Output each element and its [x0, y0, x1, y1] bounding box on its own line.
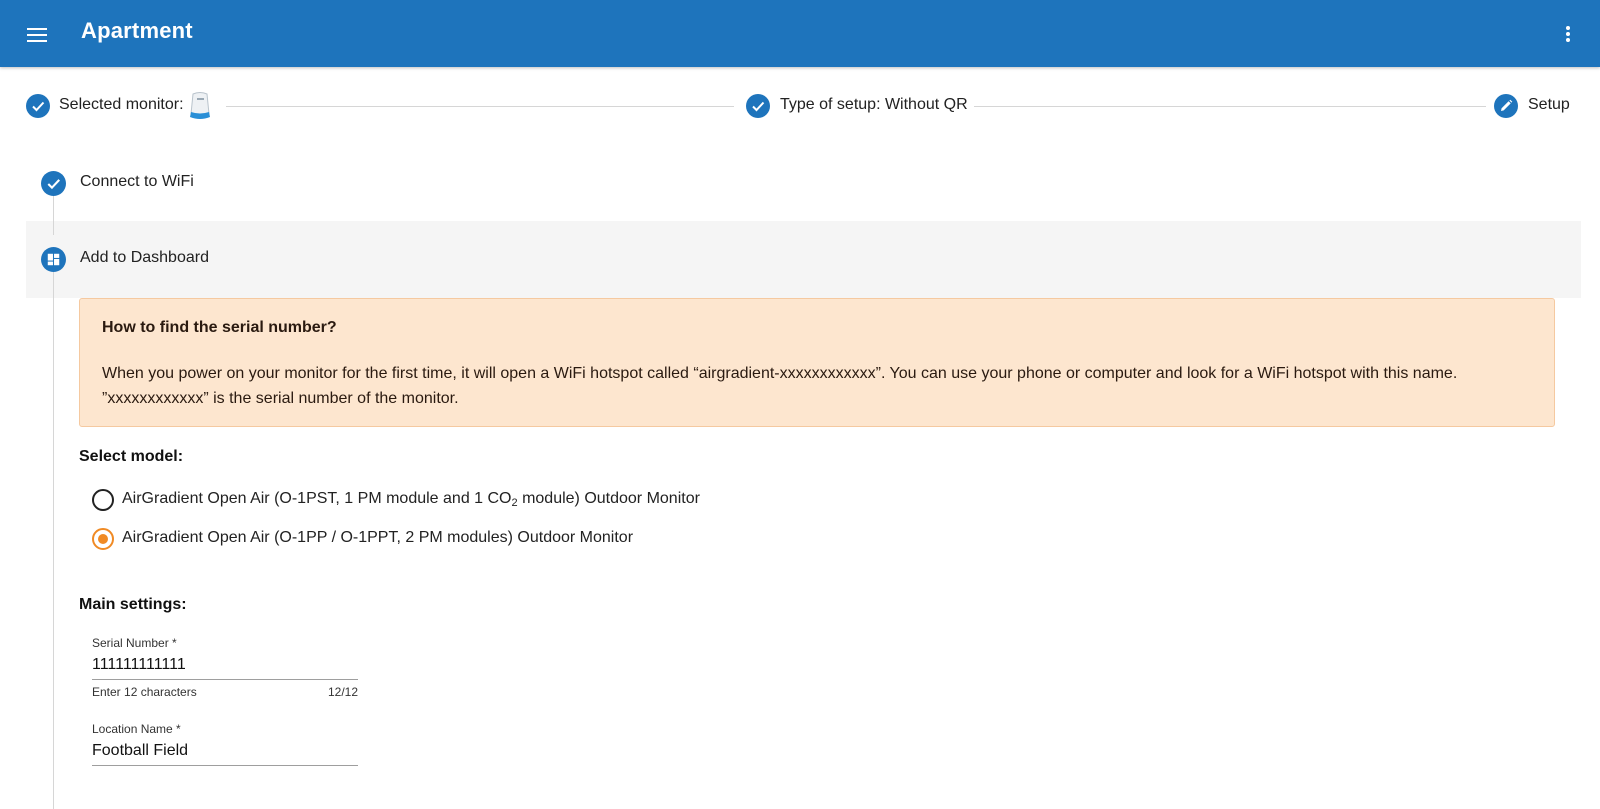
monitor-device-icon — [190, 92, 210, 119]
vertical-connector — [53, 195, 54, 235]
check-icon — [41, 171, 66, 196]
serial-number-hint: Enter 12 characters — [92, 685, 197, 699]
radio-checked-icon[interactable] — [92, 528, 114, 550]
serial-number-counter: 12/12 — [327, 685, 358, 699]
step-connect-wifi-label[interactable]: Connect to WiFi — [80, 173, 194, 191]
serial-info-alert: How to find the serial number? When you … — [79, 298, 1555, 427]
hamburger-menu-icon[interactable] — [24, 21, 52, 47]
serial-number-input[interactable] — [92, 650, 358, 680]
step-setup-label: Setup — [1528, 96, 1570, 113]
serial-number-label: Serial Number * — [92, 636, 177, 650]
serial-number-field: Serial Number * Enter 12 characters 12/1… — [92, 636, 358, 701]
location-name-field: Location Name * — [92, 722, 358, 766]
main-settings-title: Main settings: — [79, 596, 187, 613]
model-option-label: AirGradient Open Air (O-1PST, 1 PM modul… — [122, 490, 700, 509]
vertical-connector — [53, 272, 54, 809]
active-step-row — [26, 221, 1581, 298]
check-icon — [26, 94, 50, 118]
stepper-connector — [226, 106, 734, 107]
app-title: Apartment — [81, 18, 193, 43]
check-icon — [746, 94, 770, 118]
step-setup-type-label: Type of setup: Without QR — [780, 96, 968, 113]
model-option-label: AirGradient Open Air (O-1PP / O-1PPT, 2 … — [122, 529, 634, 546]
info-text: When you power on your monitor for the f… — [102, 365, 1458, 407]
step-add-dashboard-label[interactable]: Add to Dashboard — [80, 249, 209, 267]
select-model-title: Select model: — [79, 448, 184, 465]
app-bar: Apartment — [0, 0, 1600, 67]
radio-unchecked-icon[interactable] — [92, 489, 114, 511]
edit-pencil-icon — [1494, 94, 1518, 118]
dashboard-icon — [41, 247, 66, 272]
step-selected-monitor-label: Selected monitor: — [59, 96, 184, 113]
location-name-label: Location Name * — [92, 722, 181, 736]
serial-number-helper: Enter 12 characters 12/12 — [92, 685, 358, 701]
location-name-input[interactable] — [92, 736, 358, 766]
stepper-connector — [974, 106, 1486, 107]
more-vert-icon[interactable] — [1556, 20, 1580, 48]
info-title: How to find the serial number? — [102, 319, 337, 336]
